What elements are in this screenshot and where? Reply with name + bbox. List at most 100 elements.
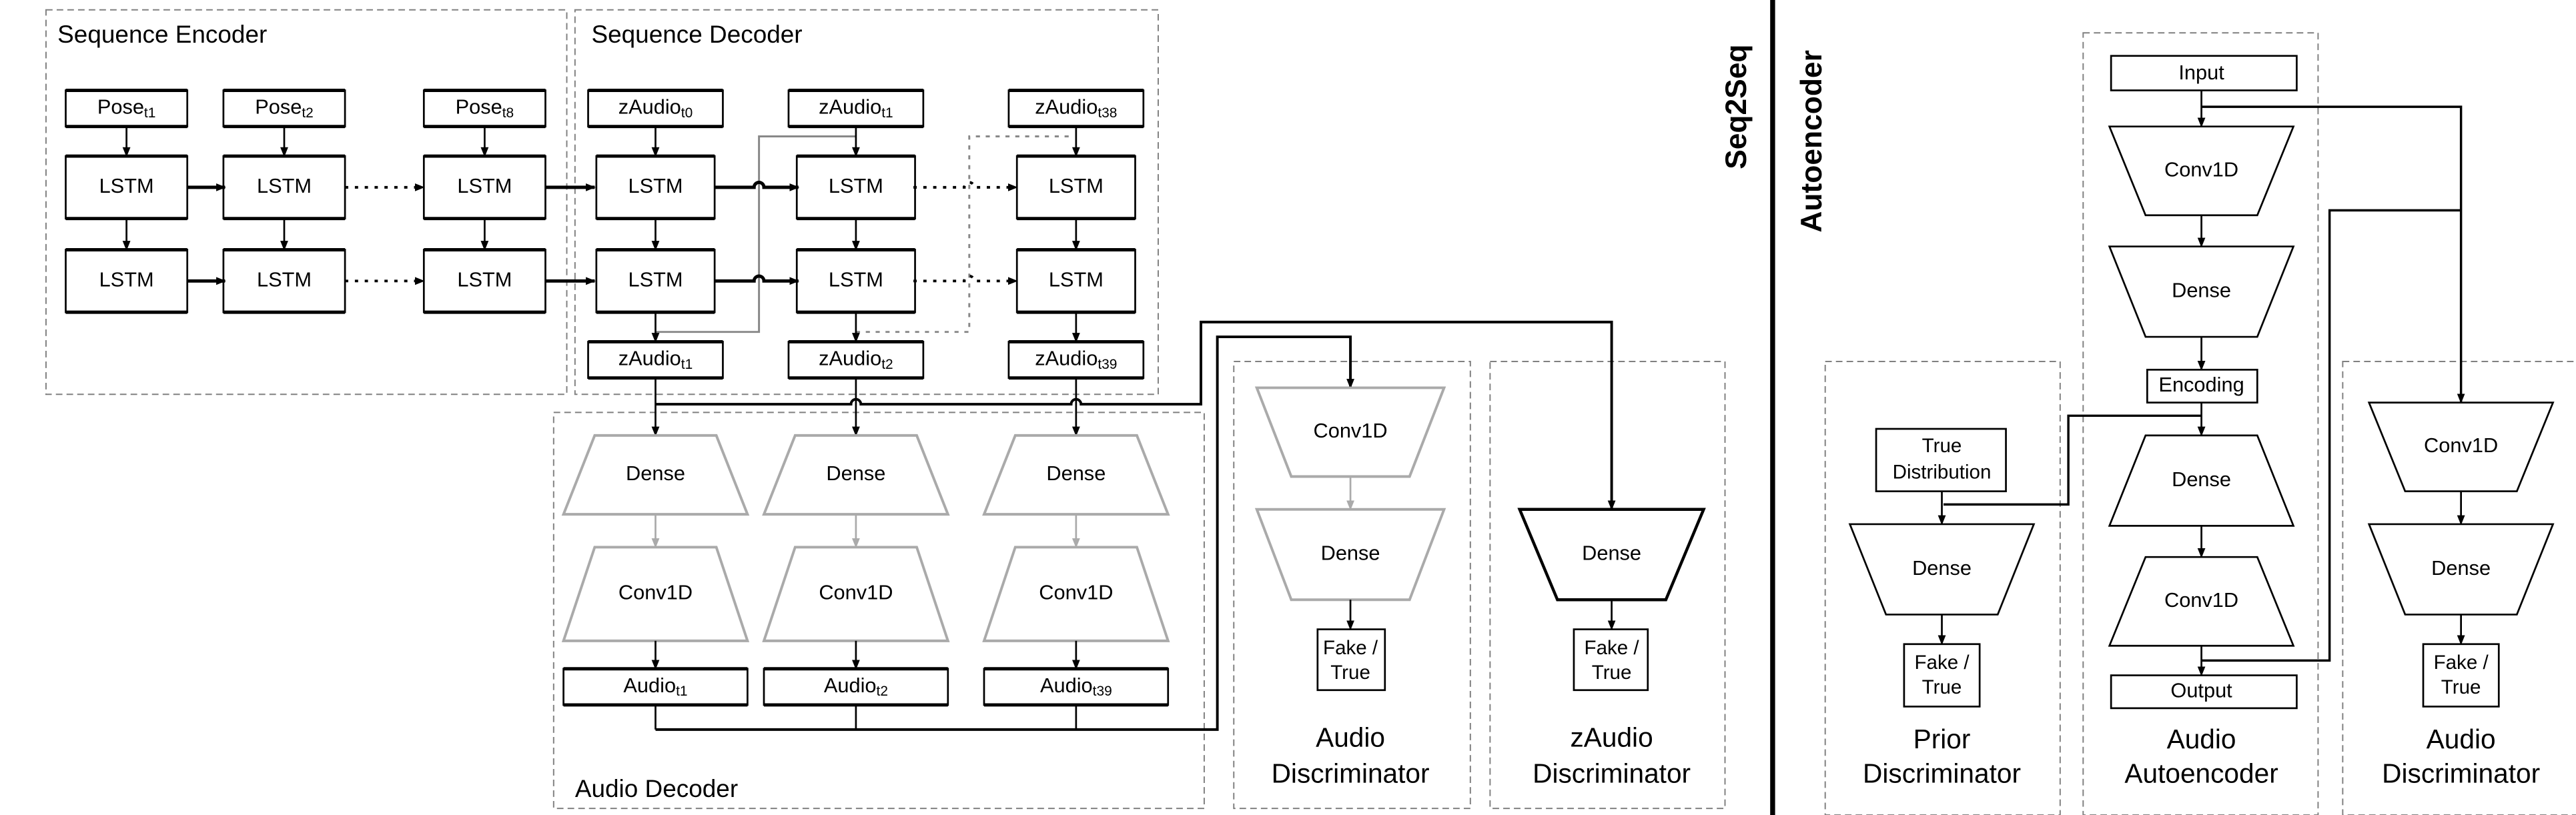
prior-disc-output-line1: Fake / (1914, 652, 1970, 674)
ae-output-label: Output (2170, 678, 2232, 702)
ae-encoder-conv1d-layer: Conv1D (2108, 125, 2295, 217)
ae-encoding-label: Encoding (2158, 373, 2244, 396)
ae-disc-conv1d-layer-label: Conv1D (2424, 434, 2498, 457)
audio-decoder-title: Audio Decoder (575, 775, 738, 802)
sequence-encoder-title: Sequence Encoder (57, 21, 267, 48)
ae-disc-title-line1: Audio (2427, 724, 2496, 754)
audio-disc-title-line1: Audio (1316, 722, 1385, 752)
audio-disc-dense-layer: Dense (1254, 508, 1446, 602)
decoder-lstm-label: LSTM (1049, 267, 1104, 291)
ae-encoder-dense-layer: Dense (2108, 245, 2295, 338)
ae-disc-dense-layer-label: Dense (2431, 556, 2491, 580)
ae-encoder-dense-layer-label: Dense (2172, 278, 2231, 301)
audio-disc-output-line2: True (1330, 662, 1370, 684)
decoder-dense-layer: Dense (762, 434, 950, 516)
zaudio-output-label-base: zAudio (1035, 347, 1098, 370)
ae-decoder-conv1d-layer: Conv1D (2108, 556, 2295, 647)
decoder-lstm-label: LSTM (829, 174, 883, 197)
encoder-lstm-label: LSTM (457, 174, 512, 197)
audio-output-label-base: Audio (1040, 674, 1093, 697)
encoder-lstm-label: LSTM (457, 267, 512, 291)
zaudio-disc-title-line2: Discriminator (1533, 758, 1691, 789)
arrow (715, 181, 800, 191)
decoder-dense-layer-label: Dense (626, 462, 685, 485)
ae-disc-output-line1: Fake / (2434, 652, 2489, 674)
ae-decoder-dense-layer: Dense (2108, 434, 2295, 527)
zaudio-disc-dense-layer: Dense (1517, 508, 1706, 602)
zaudio-input-label-base: zAudio (819, 95, 881, 119)
ae-title-line1: Audio (2167, 724, 2236, 754)
pose-input-label-subscript: t8 (502, 105, 514, 121)
audio-output-label-subscript: t2 (877, 684, 888, 699)
zaudio-output-label-base: zAudio (618, 347, 681, 370)
decoder-conv1d-layer: Conv1D (762, 546, 950, 642)
architecture-diagram: Seq2Seq Autoencoder Sequence Encoder Sequen… (45, 0, 2576, 815)
zaudio-disc-output-line2: True (1592, 662, 1632, 684)
ae-title-line2: Autoencoder (2124, 758, 2278, 789)
dotted-arrow (913, 181, 1018, 191)
zaudio-disc-title-line1: zAudio (1570, 722, 1653, 752)
sequence-decoder-title: Sequence Decoder (591, 21, 802, 48)
pose-input-label-subscript: t2 (302, 105, 313, 121)
zaudio-output-label-subscript: t39 (1098, 356, 1117, 371)
encoder-lstm-label: LSTM (99, 174, 154, 197)
prior-disc-dense-layer-label: Dense (1912, 556, 1972, 580)
ae-input-label: Input (2178, 61, 2224, 84)
encoder-lstm-label: LSTM (257, 267, 312, 291)
decoder-lstm-label: LSTM (1049, 174, 1104, 197)
encoder-lstm-label: LSTM (99, 267, 154, 291)
audio-disc-conv1d-layer: Conv1D (1254, 386, 1446, 478)
decoder-conv1d-layer-label: Conv1D (1039, 581, 1113, 604)
zaudio-input-label-subscript: t1 (881, 105, 893, 121)
audio-output-label-subscript: t39 (1093, 684, 1112, 699)
pose-input-label-base: Pose (456, 95, 502, 119)
decoder-lstm-label: LSTM (628, 267, 683, 291)
ae-disc-title-line2: Discriminator (2382, 758, 2540, 789)
arrow (715, 274, 800, 285)
true-distribution-line2: Distribution (1893, 461, 1992, 483)
decoder-conv1d-layer-label: Conv1D (819, 581, 893, 604)
audio-output-label-subscript: t1 (676, 684, 687, 699)
true-distribution-line1: True (1922, 435, 1962, 457)
decoder-lstm-label: LSTM (628, 174, 683, 197)
prior-disc-dense-layer: Dense (1848, 523, 2036, 616)
audio-output-label-base: Audio (824, 674, 877, 697)
decoder-lstm-label: LSTM (829, 267, 883, 291)
pose-input-label-base: Pose (97, 95, 144, 119)
prior-disc-output-line2: True (1922, 676, 1962, 698)
encoder-lstm-label: LSTM (257, 174, 312, 197)
zaudio-output-label-base: zAudio (819, 347, 881, 370)
zaudio-output-label-subscript: t1 (681, 356, 693, 371)
audio-disc-conv1d-layer-label: Conv1D (1314, 419, 1388, 442)
ae-encoder-conv1d-layer-label: Conv1D (2164, 157, 2238, 181)
audio-disc-title-line2: Discriminator (1272, 758, 1430, 789)
autoencoder-section-label: Autoencoder (1795, 50, 1828, 232)
zaudio-input-label-subscript: t0 (681, 105, 693, 121)
audio-disc-dense-layer-label: Dense (1321, 542, 1380, 565)
decoder-dense-layer: Dense (561, 434, 750, 516)
audio-output-label-base: Audio (623, 674, 676, 697)
decoder-dense-layer-label: Dense (1046, 462, 1106, 485)
ae-decoder-conv1d-layer-label: Conv1D (2164, 588, 2238, 612)
zaudio-input-label-subscript: t38 (1098, 105, 1117, 121)
prior-disc-title-line1: Prior (1913, 724, 1971, 754)
ae-disc-output-line2: True (2441, 676, 2481, 698)
ae-disc-conv1d-layer: Conv1D (2367, 401, 2555, 493)
decoder-conv1d-layer: Conv1D (561, 546, 750, 642)
decoder-conv1d-layer-label: Conv1D (618, 581, 693, 604)
zaudio-output-label-subscript: t2 (881, 356, 893, 371)
pose-input-label-base: Pose (255, 95, 302, 119)
pose-input-label-subscript: t1 (144, 105, 155, 121)
ae-decoder-dense-layer-label: Dense (2172, 468, 2231, 491)
decoder-dense-layer: Dense (982, 434, 1170, 516)
prior-disc-title-line2: Discriminator (1863, 758, 2021, 789)
zaudio-input-label-base: zAudio (618, 95, 681, 119)
zaudio-disc-dense-layer-label: Dense (1582, 542, 1641, 565)
seq2seq-section-label: Seq2Seq (1720, 44, 1753, 169)
audio-disc-output-line1: Fake / (1323, 637, 1378, 659)
dotted-arrow (913, 275, 1018, 285)
zaudio-input-label-base: zAudio (1035, 95, 1098, 119)
decoder-dense-layer-label: Dense (826, 462, 885, 485)
ae-disc-dense-layer: Dense (2367, 523, 2555, 616)
decoder-conv1d-layer: Conv1D (982, 546, 1170, 642)
